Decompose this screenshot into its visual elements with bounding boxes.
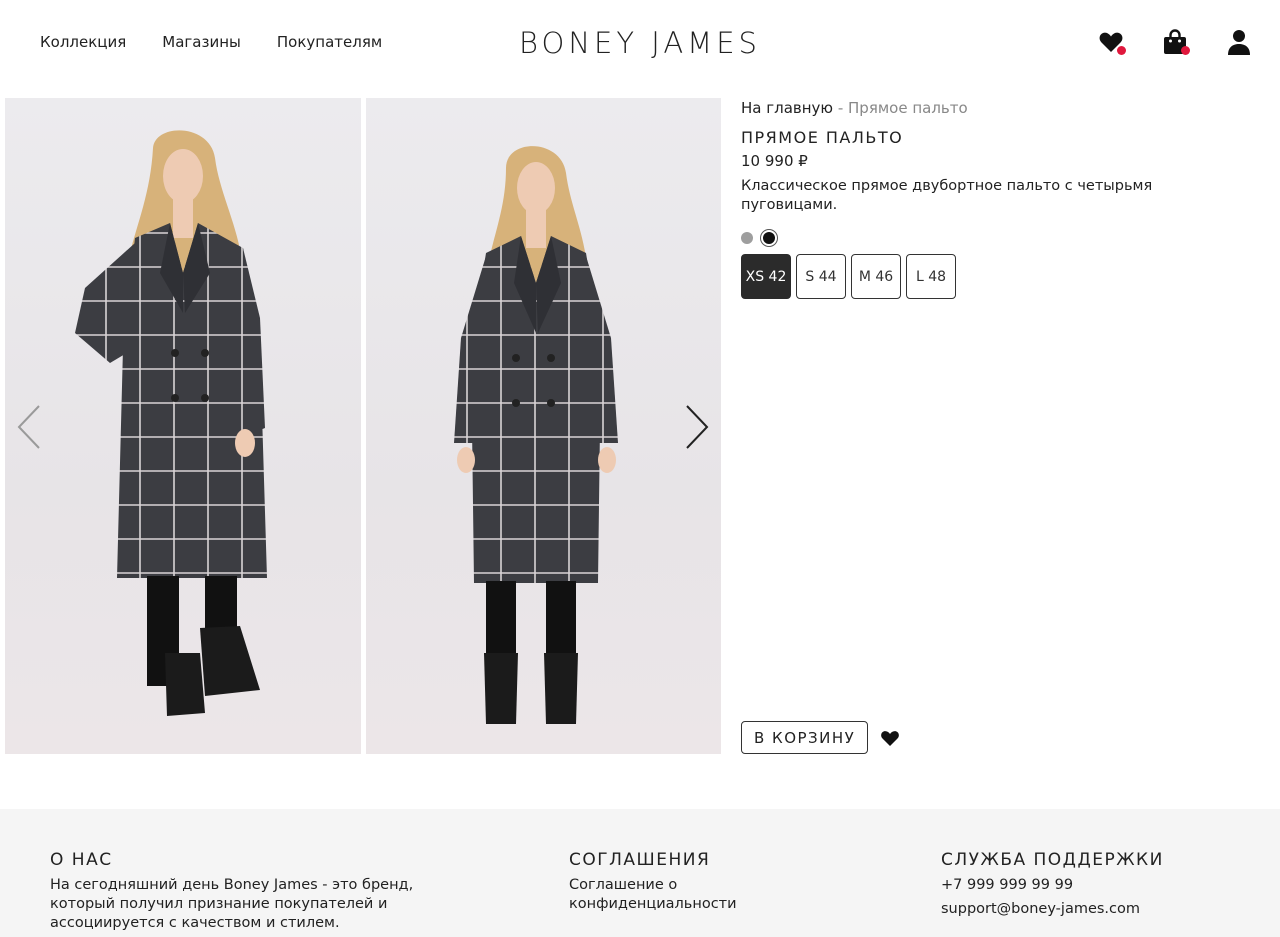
product-photo-front-straight[interactable] — [366, 98, 721, 754]
product-photo-front[interactable] — [5, 98, 361, 754]
product-title: ПРЯМОЕ ПАЛЬТО — [741, 128, 904, 147]
chevron-right-icon — [686, 405, 709, 449]
breadcrumb-home[interactable]: На главную — [741, 99, 833, 117]
favorites-badge — [1117, 46, 1126, 55]
site-logo[interactable]: BONEY JAMES — [0, 26, 1280, 60]
heart-icon[interactable] — [880, 729, 900, 747]
add-to-cart-button[interactable]: В КОРЗИНУ — [741, 721, 869, 754]
user-icon — [1228, 30, 1250, 55]
favorites-button[interactable] — [1098, 28, 1126, 56]
color-swatch-black[interactable] — [763, 232, 775, 244]
color-picker — [741, 228, 1241, 248]
purchase-actions: В КОРЗИНУ — [741, 721, 900, 754]
product-info: На главную - Прямое пальто ПРЯМОЕ ПАЛЬТО… — [741, 98, 1241, 299]
footer-about-title: О НАС — [50, 850, 113, 870]
breadcrumb-current: Прямое пальто — [848, 99, 968, 117]
size-option-m[interactable]: M 46 — [851, 254, 901, 299]
privacy-agreement-link[interactable]: Соглашение о конфиденциальности — [569, 876, 799, 914]
site-footer: О НАС На сегодняшний день Boney James - … — [0, 809, 1280, 937]
footer-agreements: СОГЛАШЕНИЯ Соглашение о конфиденциальнос… — [569, 850, 799, 914]
color-swatch-grey[interactable] — [741, 232, 753, 244]
site-header: Коллекция Магазины Покупателям BONEY JAM… — [0, 0, 1280, 88]
footer-about-text: На сегодняшний день Boney James - это бр… — [50, 877, 414, 931]
cart-button[interactable] — [1162, 28, 1190, 56]
model-illustration — [75, 130, 267, 716]
account-button[interactable] — [1226, 28, 1252, 56]
breadcrumb: На главную - Прямое пальто — [741, 99, 1241, 117]
product-price: 10 990 ₽ — [741, 152, 808, 170]
model-illustration — [454, 146, 618, 724]
gallery-prev-button[interactable] — [15, 402, 45, 452]
support-phone-link[interactable]: +7 999 999 99 99 — [941, 876, 1241, 895]
footer-support-title: СЛУЖБА ПОДДЕРЖКИ — [941, 850, 1164, 870]
product-gallery — [5, 98, 721, 754]
cart-badge — [1181, 46, 1190, 55]
support-email-link[interactable]: support@boney-james.com — [941, 900, 1241, 919]
chevron-left-icon — [17, 405, 40, 449]
product-description: Классическое прямое двубортное пальто с … — [741, 178, 1153, 213]
size-option-xs[interactable]: XS 42 — [741, 254, 791, 299]
footer-support: СЛУЖБА ПОДДЕРЖКИ +7 999 999 99 99 suppor… — [941, 850, 1241, 919]
size-picker: XS 42 S 44 M 46 L 48 — [741, 254, 1241, 299]
size-option-s[interactable]: S 44 — [796, 254, 846, 299]
footer-agreements-title: СОГЛАШЕНИЯ — [569, 850, 711, 870]
breadcrumb-separator: - — [833, 99, 849, 117]
gallery-next-button[interactable] — [681, 402, 711, 452]
footer-about: О НАС На сегодняшний день Boney James - … — [50, 850, 470, 933]
size-option-l[interactable]: L 48 — [906, 254, 956, 299]
header-icons — [1098, 28, 1252, 56]
